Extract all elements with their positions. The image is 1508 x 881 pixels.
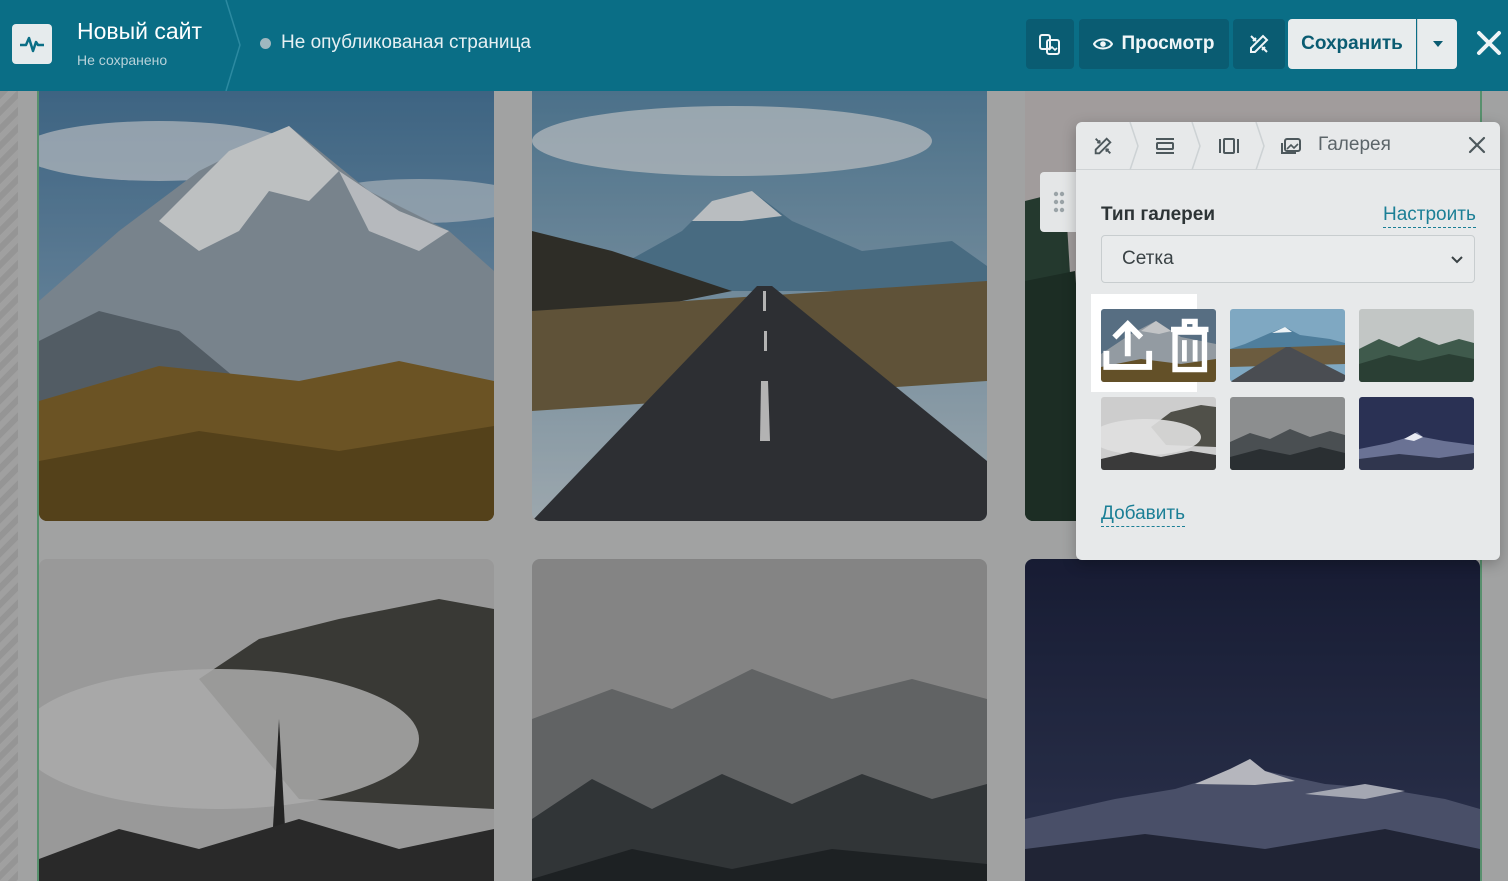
chevron-down-icon [1451, 256, 1463, 264]
save-options-dropdown[interactable] [1417, 19, 1457, 69]
tab-design[interactable] [1088, 132, 1118, 160]
design-tools-button[interactable] [1233, 19, 1285, 69]
pages-icon [1039, 34, 1060, 55]
close-panel-icon[interactable] [1466, 134, 1488, 156]
pencil-ruler-icon [1094, 137, 1112, 155]
breadcrumb-separator [1129, 122, 1139, 170]
save-button[interactable]: Сохранить [1288, 19, 1416, 69]
header-separator [225, 0, 241, 91]
thumbnail-actions [1101, 309, 1216, 382]
thumbnail-snowy-mountain[interactable] [1101, 309, 1216, 382]
left-gutter [0, 91, 18, 881]
gallery-type-label: Тип галереи [1101, 204, 1216, 225]
tab-section[interactable] [1150, 132, 1180, 160]
trash-icon[interactable] [1163, 309, 1217, 382]
upload-icon[interactable] [1101, 309, 1155, 382]
panel-drag-handle[interactable] [1040, 172, 1078, 232]
tab-gallery[interactable] [1276, 132, 1306, 160]
drag-dots-icon [1053, 191, 1065, 213]
breadcrumb-separator [1191, 122, 1201, 170]
thumbnail-night-mountain[interactable] [1359, 397, 1474, 470]
publish-status-text: Не опубликованая страница [281, 32, 531, 53]
gallery-image-night-mountain[interactable] [1025, 559, 1480, 881]
breadcrumb-separator [1255, 122, 1265, 170]
panel-breadcrumb: Галерея [1076, 122, 1500, 170]
publish-status: Не опубликованая страница [260, 32, 531, 54]
caret-down-icon [1432, 41, 1443, 47]
gallery-type-value: Сетка [1122, 248, 1174, 269]
save-status-text: Не сохранено [77, 52, 168, 68]
gallery-type-select[interactable]: Сетка [1101, 235, 1475, 283]
pulse-icon [20, 36, 44, 53]
preview-button-label: Просмотр [1121, 33, 1215, 54]
gallery-image-road-mountain[interactable] [532, 91, 987, 521]
site-logo[interactable] [12, 24, 52, 64]
thumbnail-misty-trees[interactable] [1101, 397, 1216, 470]
eye-icon [1093, 38, 1114, 50]
pencil-ruler-icon [1250, 34, 1269, 53]
top-header: Новый сайт Не сохранено Не опубликованая… [0, 0, 1508, 91]
panel-title: Галерея [1318, 134, 1391, 155]
site-title[interactable]: Новый сайт [77, 18, 202, 45]
tab-block[interactable] [1214, 132, 1244, 160]
block-icon [1219, 138, 1239, 154]
section-icon [1156, 138, 1174, 154]
gallery-image-fog-forest[interactable] [532, 559, 987, 881]
configure-link[interactable]: Настроить [1383, 204, 1476, 228]
gallery-settings-panel: Галерея Тип галереи Настроить Сетка Доба… [1076, 122, 1500, 560]
add-image-link[interactable]: Добавить [1101, 503, 1185, 527]
pages-button[interactable] [1026, 19, 1074, 69]
preview-button[interactable]: Просмотр [1079, 19, 1229, 69]
close-editor-icon[interactable] [1474, 28, 1504, 58]
gallery-image-snowy-mountain[interactable] [39, 91, 494, 521]
gallery-image-icon [1281, 138, 1301, 154]
thumbnail-road-mountain[interactable] [1230, 309, 1345, 382]
status-dot-icon [260, 37, 271, 49]
gallery-image-misty-trees[interactable] [39, 559, 494, 881]
thumbnail-fog-forest-dark[interactable] [1230, 397, 1345, 470]
thumbnail-foggy-forest[interactable] [1359, 309, 1474, 382]
